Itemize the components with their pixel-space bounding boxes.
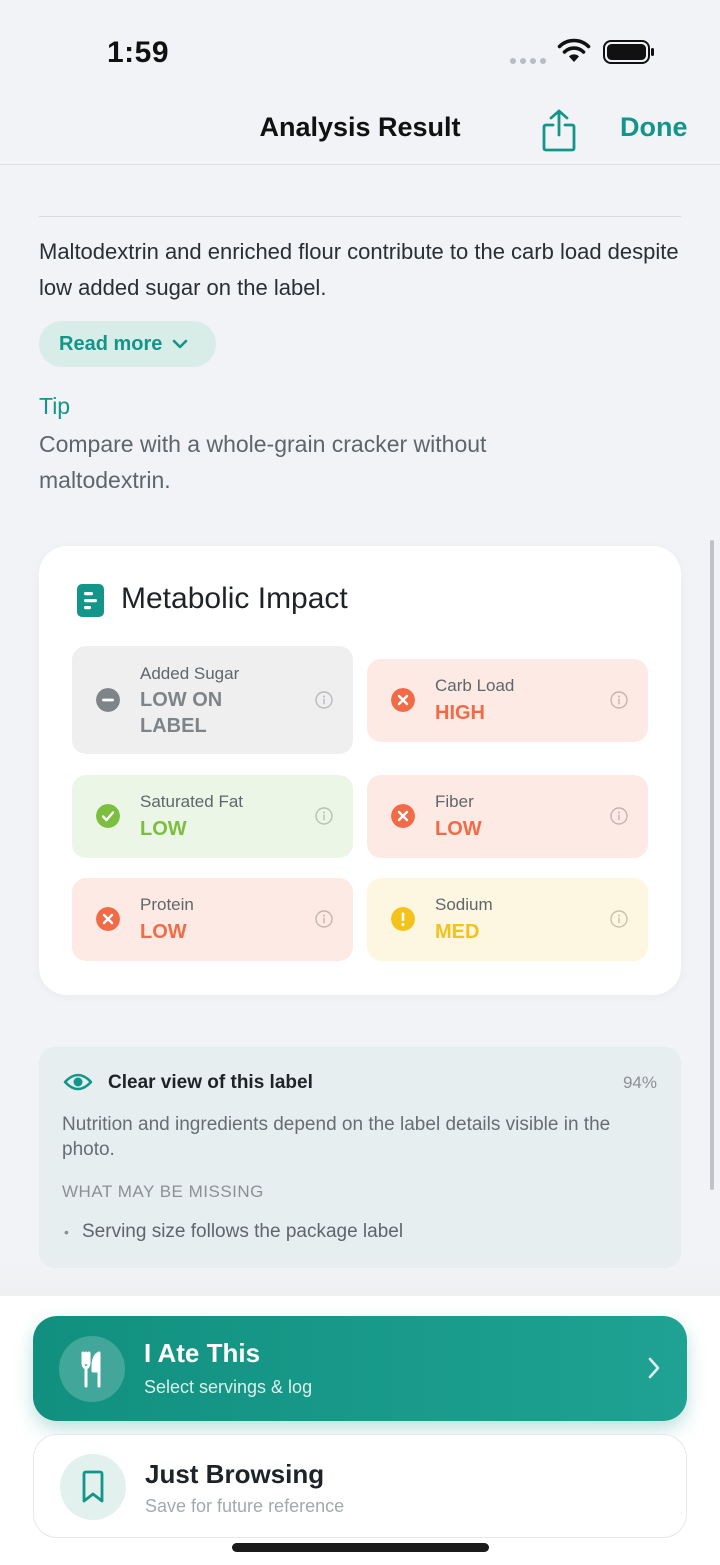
page-title: Analysis Result (259, 112, 461, 142)
info-icon[interactable] (315, 910, 333, 928)
bullet-icon: • (64, 1224, 69, 1240)
metric-value: LOW ON LABEL (140, 689, 223, 737)
info-icon[interactable] (610, 691, 628, 709)
metric-saturated-fat[interactable]: Saturated Fat LOW (72, 775, 353, 858)
check-circle-icon (96, 804, 120, 828)
scrollbar[interactable] (710, 540, 714, 1190)
metric-value: LOW (435, 818, 482, 840)
info-icon[interactable] (315, 807, 333, 825)
tip-text: Compare with a whole-grain cracker witho… (39, 431, 487, 493)
label-clarity-card: Clear view of this label 94% Nutrition a… (39, 1047, 681, 1268)
browse-subtitle: Save for future reference (145, 1496, 345, 1516)
home-indicator[interactable] (232, 1543, 489, 1552)
clarity-percent: 94% (622, 1073, 657, 1092)
analysis-summary: Maltodextrin and enriched flour contribu… (39, 239, 679, 300)
minus-circle-icon (96, 688, 120, 712)
fork-knife-icon (59, 1336, 125, 1402)
metric-value: LOW (140, 921, 187, 943)
metric-carb-load[interactable]: Carb Load HIGH (367, 659, 648, 742)
metric-value: MED (435, 921, 480, 943)
metric-protein[interactable]: Protein LOW (72, 878, 353, 961)
metabolic-impact-title: Metabolic Impact (121, 582, 348, 615)
chevron-right-icon (648, 1357, 660, 1379)
wifi-icon (557, 38, 591, 62)
x-circle-icon (391, 688, 415, 712)
metric-label: Carb Load (435, 676, 515, 695)
metric-sodium[interactable]: Sodium MED (367, 878, 648, 961)
metric-label: Added Sugar (140, 664, 240, 683)
bookmark-icon (60, 1454, 126, 1520)
just-browsing-button[interactable]: Just Browsing Save for future reference (33, 1434, 687, 1538)
metric-label: Fiber (435, 792, 474, 811)
clarity-description: Nutrition and ingredients depend on the … (62, 1114, 611, 1160)
navigation-bar: Analysis Result Done (0, 100, 720, 165)
read-more-button[interactable]: Read more (39, 321, 216, 367)
warning-circle-icon (391, 907, 415, 931)
bottom-fade (0, 1260, 720, 1296)
metric-added-sugar[interactable]: Added Sugar LOW ON LABEL (72, 646, 353, 754)
missing-item: Serving size follows the package label (82, 1221, 404, 1242)
tip-heading: Tip (39, 393, 71, 419)
metabolic-impact-card: Metabolic Impact Added Sugar LOW ON LABE… (39, 546, 681, 995)
section-divider (39, 216, 681, 217)
clarity-title: Clear view of this label (108, 1072, 313, 1093)
i-ate-this-button[interactable]: I Ate This Select servings & log (33, 1316, 687, 1421)
x-circle-icon (391, 804, 415, 828)
browse-title: Just Browsing (145, 1459, 325, 1489)
battery-icon (603, 40, 654, 64)
info-icon[interactable] (610, 910, 628, 928)
read-more-label: Read more (59, 332, 163, 355)
done-button[interactable]: Done (620, 112, 688, 143)
missing-heading: WHAT MAY BE MISSING (62, 1182, 264, 1201)
info-icon[interactable] (610, 807, 628, 825)
status-bar: 1:59 (0, 0, 720, 100)
ate-title: I Ate This (144, 1338, 261, 1368)
chevron-down-icon (173, 339, 188, 349)
ate-subtitle: Select servings & log (144, 1377, 313, 1397)
share-icon[interactable] (540, 108, 578, 152)
metric-label: Saturated Fat (140, 792, 244, 811)
cellular-signal-icon (510, 58, 546, 64)
metric-label: Sodium (435, 895, 493, 914)
info-icon[interactable] (315, 691, 333, 709)
metric-label: Protein (140, 895, 194, 914)
analysis-result-screen: 1:59 Analysis Result Done Maltodextrin a… (0, 0, 720, 1565)
status-time: 1:59 (107, 36, 170, 69)
x-circle-icon (96, 907, 120, 931)
metric-value: LOW (140, 818, 187, 840)
eye-icon (63, 1073, 93, 1091)
document-chart-icon (77, 584, 104, 617)
metric-value: HIGH (435, 702, 485, 724)
metric-fiber[interactable]: Fiber LOW (367, 775, 648, 858)
